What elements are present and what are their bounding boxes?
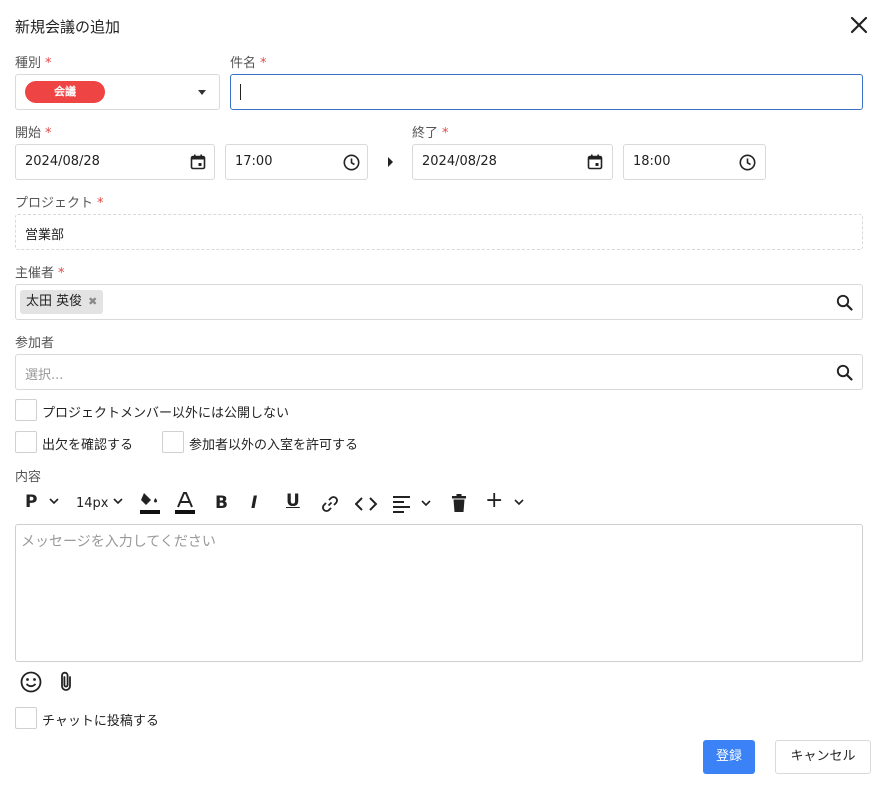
type-select[interactable]: 会議: [15, 74, 220, 110]
allow-entry-checkbox-label: 参加者以外の入室を許可する: [189, 438, 359, 453]
bold-button[interactable]: B: [215, 493, 228, 513]
chevron-down-icon[interactable]: [421, 500, 431, 507]
dropdown-caret-icon: [198, 90, 206, 95]
arrow-right-icon: [387, 157, 394, 167]
type-label: 種別 *: [15, 56, 52, 71]
end-label: 終了 *: [412, 126, 449, 141]
organizer-input[interactable]: 太田 英俊 ✖: [15, 284, 863, 320]
fill-color-icon[interactable]: [139, 490, 161, 516]
private-checkbox-label: プロジェクトメンバー以外には公開しない: [42, 406, 290, 421]
project-label: プロジェクト *: [15, 196, 104, 211]
subject-input[interactable]: [230, 74, 863, 110]
add-button[interactable]: +: [485, 488, 503, 513]
clock-icon[interactable]: [343, 154, 360, 171]
start-time-input[interactable]: 17:00: [225, 144, 368, 180]
start-label: 開始 *: [15, 126, 52, 141]
text-cursor: [240, 84, 241, 100]
dialog-title: 新規会議の追加: [15, 18, 121, 36]
emoji-icon[interactable]: [20, 671, 42, 693]
close-icon[interactable]: [848, 14, 870, 36]
italic-button[interactable]: I: [251, 493, 257, 513]
allow-entry-checkbox[interactable]: [162, 431, 184, 453]
project-value: 営業部: [25, 228, 65, 243]
paperclip-icon[interactable]: [56, 671, 76, 693]
start-time-value: 17:00: [235, 154, 273, 169]
organizer-chip-label: 太田 英俊: [26, 294, 83, 309]
participants-input[interactable]: 選択...: [15, 354, 863, 390]
project-field: 営業部: [15, 214, 863, 250]
end-date-value: 2024/08/28: [422, 154, 497, 169]
font-size-button[interactable]: 14px: [76, 496, 109, 511]
clock-icon[interactable]: [739, 154, 756, 171]
participants-label: 参加者: [15, 336, 55, 351]
organizer-label: 主催者 *: [15, 266, 65, 281]
calendar-icon[interactable]: [190, 154, 206, 170]
chevron-down-icon[interactable]: [113, 498, 123, 505]
type-pill: 会議: [25, 81, 105, 103]
register-button[interactable]: 登録: [703, 740, 755, 774]
trash-icon[interactable]: [451, 494, 467, 513]
link-icon[interactable]: [320, 494, 340, 514]
attendance-checkbox-label: 出欠を確認する: [42, 438, 134, 453]
align-left-icon[interactable]: [392, 495, 411, 513]
search-icon[interactable]: [836, 294, 853, 311]
search-icon[interactable]: [836, 364, 853, 381]
chip-remove-icon[interactable]: ✖: [88, 295, 97, 308]
content-label: 内容: [15, 470, 42, 485]
underline-button[interactable]: U: [286, 491, 300, 511]
calendar-icon[interactable]: [587, 154, 603, 170]
message-placeholder: メッセージを入力してください: [21, 534, 216, 550]
chevron-down-icon[interactable]: [49, 498, 59, 505]
text-color-icon[interactable]: [174, 490, 196, 516]
participants-placeholder: 選択...: [25, 368, 64, 383]
private-checkbox[interactable]: [15, 399, 37, 421]
chevron-down-icon[interactable]: [514, 499, 524, 506]
code-icon[interactable]: [355, 496, 377, 512]
paragraph-format-button[interactable]: P: [25, 492, 37, 512]
post-to-chat-label: チャットに投稿する: [42, 714, 159, 729]
message-editor[interactable]: メッセージを入力してください: [15, 524, 863, 662]
end-time-value: 18:00: [633, 154, 671, 169]
end-date-input[interactable]: 2024/08/28: [412, 144, 613, 180]
cancel-button[interactable]: キャンセル: [775, 740, 871, 774]
subject-label: 件名 *: [230, 56, 267, 71]
attendance-checkbox[interactable]: [15, 431, 37, 453]
organizer-chip: 太田 英俊 ✖: [20, 290, 104, 314]
start-date-value: 2024/08/28: [25, 154, 100, 169]
editor-toolbar: P 14px B I U +: [15, 488, 535, 518]
start-date-input[interactable]: 2024/08/28: [15, 144, 215, 180]
end-time-input[interactable]: 18:00: [623, 144, 766, 180]
post-to-chat-checkbox[interactable]: [15, 707, 37, 729]
